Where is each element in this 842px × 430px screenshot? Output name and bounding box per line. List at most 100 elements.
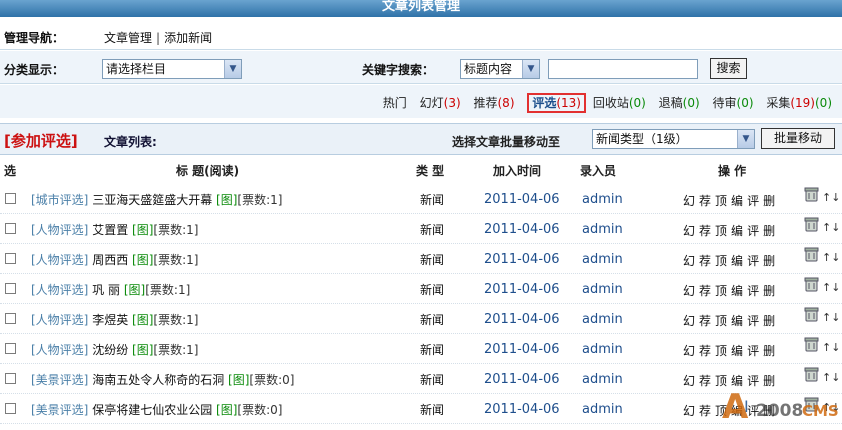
op-review[interactable]: 评 — [747, 314, 759, 328]
op-slide[interactable]: 幻 — [683, 254, 695, 268]
op-delete[interactable]: 删 — [763, 284, 775, 298]
row-checkbox[interactable] — [5, 403, 16, 414]
sort-arrows-icon[interactable]: ↑↓ — [822, 191, 840, 204]
row-category[interactable]: [城市评选] — [31, 193, 88, 207]
op-recommend[interactable]: 荐 — [699, 404, 711, 418]
op-review[interactable]: 评 — [747, 344, 759, 358]
op-slide[interactable]: 幻 — [683, 194, 695, 208]
cat-review-active[interactable]: 评选(13) — [527, 93, 586, 113]
op-recommend[interactable]: 荐 — [699, 254, 711, 268]
row-title[interactable]: [人物评选] 艾置置 [图][票数:1] — [31, 221, 198, 238]
row-title[interactable]: [人物评选] 李煜英 [图][票数:1] — [31, 311, 198, 328]
op-recommend[interactable]: 荐 — [699, 224, 711, 238]
op-top[interactable]: 顶 — [715, 224, 727, 238]
cat-collect[interactable]: 采集(19)(0) — [766, 96, 832, 110]
op-slide[interactable]: 幻 — [683, 224, 695, 238]
row-name[interactable]: 艾置置 — [92, 223, 128, 237]
op-recommend[interactable]: 荐 — [699, 284, 711, 298]
batch-move-select[interactable]: 新闻类型（1级） ▼ — [592, 129, 755, 149]
cat-slide[interactable]: 幻灯(3) — [420, 96, 461, 110]
op-delete[interactable]: 删 — [763, 314, 775, 328]
row-category[interactable]: [人物评选] — [31, 253, 88, 267]
recycle-bin-icon[interactable] — [804, 307, 819, 322]
search-field-select[interactable]: 标题内容 ▼ — [460, 59, 540, 79]
sort-arrows-icon[interactable]: ↑↓ — [822, 341, 840, 354]
op-review[interactable]: 评 — [747, 224, 759, 238]
op-edit[interactable]: 编 — [731, 194, 743, 208]
recycle-bin-icon[interactable] — [804, 187, 819, 202]
cat-hot[interactable]: 热门 — [383, 96, 407, 110]
row-title[interactable]: [美景评选] 海南五处令人称奇的石洞 [图][票数:0] — [31, 371, 294, 388]
op-recommend[interactable]: 荐 — [699, 194, 711, 208]
row-name[interactable]: 海南五处令人称奇的石洞 — [92, 373, 224, 387]
sort-arrows-icon[interactable]: ↑↓ — [822, 281, 840, 294]
row-title[interactable]: [人物评选] 沈纷纷 [图][票数:1] — [31, 341, 198, 358]
row-category[interactable]: [人物评选] — [31, 343, 88, 357]
recycle-bin-icon[interactable] — [804, 337, 819, 352]
recycle-bin-icon[interactable] — [804, 277, 819, 292]
op-slide[interactable]: 幻 — [683, 284, 695, 298]
row-checkbox[interactable] — [5, 193, 16, 204]
op-top[interactable]: 顶 — [715, 254, 727, 268]
op-edit[interactable]: 编 — [731, 344, 743, 358]
cat-recommend[interactable]: 推荐(8) — [473, 96, 514, 110]
row-category[interactable]: [美景评选] — [31, 373, 88, 387]
op-slide[interactable]: 幻 — [683, 404, 695, 418]
row-checkbox[interactable] — [5, 343, 16, 354]
row-category[interactable]: [美景评选] — [31, 403, 88, 417]
row-category[interactable]: [人物评选] — [31, 283, 88, 297]
row-checkbox[interactable] — [5, 373, 16, 384]
nav-link-add-news[interactable]: 添加新闻 — [164, 31, 212, 45]
op-edit[interactable]: 编 — [731, 284, 743, 298]
recycle-bin-icon[interactable] — [804, 247, 819, 262]
row-name[interactable]: 三亚海天盛筵盛大开幕 — [92, 193, 212, 207]
batch-move-button[interactable]: 批量移动 — [761, 128, 835, 149]
recycle-bin-icon[interactable] — [804, 217, 819, 232]
row-category[interactable]: [人物评选] — [31, 313, 88, 327]
op-slide[interactable]: 幻 — [683, 344, 695, 358]
op-slide[interactable]: 幻 — [683, 314, 695, 328]
op-recommend[interactable]: 荐 — [699, 374, 711, 388]
op-edit[interactable]: 编 — [731, 254, 743, 268]
op-top[interactable]: 顶 — [715, 344, 727, 358]
row-name[interactable]: 巩 丽 — [92, 283, 120, 297]
row-title[interactable]: [人物评选] 巩 丽 [图][票数:1] — [31, 281, 190, 298]
row-name[interactable]: 保亭将建七仙农业公园 — [92, 403, 212, 417]
row-name[interactable]: 沈纷纷 — [92, 343, 128, 357]
op-review[interactable]: 评 — [747, 194, 759, 208]
category-select[interactable]: 请选择栏目 ▼ — [102, 59, 242, 79]
op-delete[interactable]: 删 — [763, 224, 775, 238]
op-recommend[interactable]: 荐 — [699, 344, 711, 358]
row-checkbox[interactable] — [5, 223, 16, 234]
search-button[interactable]: 搜索 — [710, 58, 747, 79]
row-checkbox[interactable] — [5, 283, 16, 294]
row-category[interactable]: [人物评选] — [31, 223, 88, 237]
op-recommend[interactable]: 荐 — [699, 314, 711, 328]
op-edit[interactable]: 编 — [731, 224, 743, 238]
op-top[interactable]: 顶 — [715, 194, 727, 208]
op-slide[interactable]: 幻 — [683, 374, 695, 388]
row-name[interactable]: 周西西 — [92, 253, 128, 267]
op-edit[interactable]: 编 — [731, 314, 743, 328]
cat-recycle[interactable]: 回收站(0) — [593, 96, 646, 110]
op-delete[interactable]: 删 — [763, 194, 775, 208]
row-title[interactable]: [人物评选] 周西西 [图][票数:1] — [31, 251, 198, 268]
row-title[interactable]: [城市评选] 三亚海天盛筵盛大开幕 [图][票数:1] — [31, 191, 282, 208]
op-review[interactable]: 评 — [747, 284, 759, 298]
op-delete[interactable]: 删 — [763, 344, 775, 358]
cat-pending[interactable]: 待审(0) — [713, 96, 754, 110]
op-delete[interactable]: 删 — [763, 254, 775, 268]
row-title[interactable]: [美景评选] 保亭将建七仙农业公园 [图][票数:0] — [31, 401, 282, 418]
nav-link-article-manage[interactable]: 文章管理 — [104, 31, 152, 45]
search-input[interactable] — [548, 59, 698, 79]
row-checkbox[interactable] — [5, 313, 16, 324]
row-checkbox[interactable] — [5, 253, 16, 264]
row-name[interactable]: 李煜英 — [92, 313, 128, 327]
sort-arrows-icon[interactable]: ↑↓ — [822, 251, 840, 264]
sort-arrows-icon[interactable]: ↑↓ — [822, 311, 840, 324]
op-top[interactable]: 顶 — [715, 284, 727, 298]
op-top[interactable]: 顶 — [715, 314, 727, 328]
op-review[interactable]: 评 — [747, 254, 759, 268]
cat-rejected[interactable]: 退稿(0) — [659, 96, 700, 110]
sort-arrows-icon[interactable]: ↑↓ — [822, 221, 840, 234]
